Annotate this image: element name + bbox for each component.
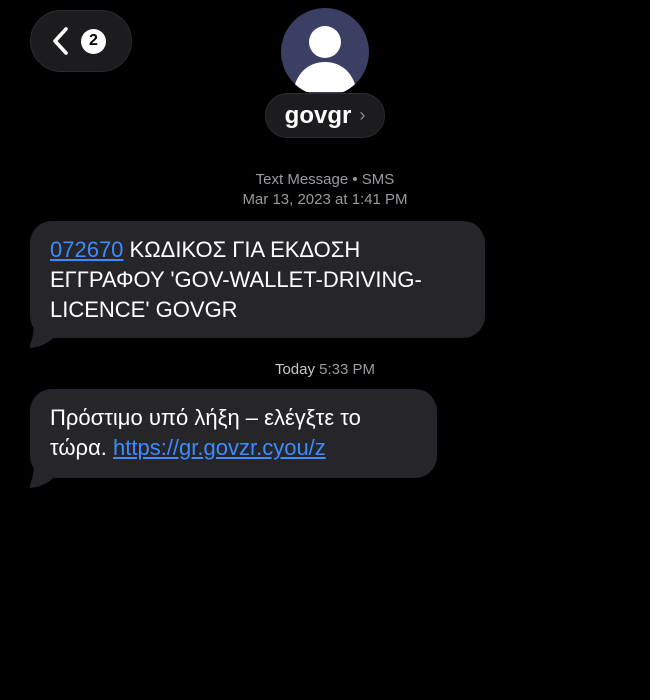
message-bubble[interactable]: Πρόστιμο υπό λήξη – ελέγξτε το τώρα. htt…: [30, 389, 437, 478]
message-line: LICENCE' GOVGR: [50, 297, 238, 322]
timestamp-time: 5:33 PM: [319, 361, 376, 378]
contact-avatar[interactable]: [281, 8, 369, 96]
chevron-right-icon: ›: [359, 105, 366, 125]
bubble-tail: [30, 460, 58, 488]
verification-code-link[interactable]: 072670: [50, 237, 123, 262]
contact-name: govgr: [284, 101, 352, 129]
person-icon: [293, 26, 357, 92]
timestamp-header: Today 5:33 PM: [0, 360, 650, 380]
timestamp-date: Mar 13, 2023 at: [242, 191, 348, 208]
contact-name-pill[interactable]: govgr ›: [265, 93, 385, 138]
timestamp-time: 1:41 PM: [351, 191, 408, 208]
back-button[interactable]: 2: [30, 10, 132, 72]
bubble-tail: [30, 320, 58, 348]
message-text: τώρα.: [50, 435, 114, 460]
message-line: Πρόστιμο υπό λήξη – ελέγξτε το: [50, 405, 361, 430]
message-bubble[interactable]: 072670 ΚΩΔΙΚΟΣ ΓΙΑ ΕΚΔΟΣΗ ΕΓΓΡΑΦΟΥ 'GOV-…: [30, 221, 485, 338]
unread-count-badge: 2: [81, 28, 106, 54]
timestamp-header: Mar 13, 2023 at 1:41 PM: [0, 190, 650, 210]
service-label: Text Message • SMS: [255, 171, 395, 188]
message-line: ΕΓΓΡΑΦΟΥ 'GOV-WALLET-DRIVING-: [50, 267, 422, 292]
message-line: τώρα. https://gr.govzr.cyou/z: [50, 433, 415, 463]
message-text: ΚΩΔΙΚΟΣ ΓΙΑ ΕΚΔΟΣΗ: [123, 237, 361, 262]
phishing-link[interactable]: https://gr.govzr.cyou/z: [113, 435, 326, 460]
back-chevron-icon: [45, 24, 75, 58]
message-service-label: Text Message • SMS: [0, 170, 650, 190]
timestamp-day: Today: [274, 361, 315, 378]
message-line: 072670 ΚΩΔΙΚΟΣ ΓΙΑ ΕΚΔΟΣΗ: [50, 235, 463, 265]
